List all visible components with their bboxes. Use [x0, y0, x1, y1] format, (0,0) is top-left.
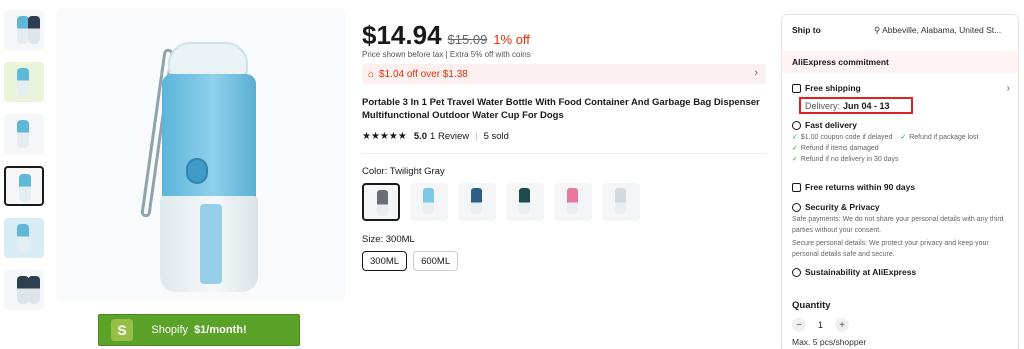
delivery-label: Delivery:	[805, 100, 841, 111]
ship-to-location[interactable]: Abbeville, Alabama, United St...	[874, 25, 1001, 36]
current-price: $14.94	[362, 20, 442, 50]
quantity-max: Max. 5 pcs/shopper	[792, 337, 867, 347]
delivery-date: Jun 04 - 13	[843, 100, 890, 111]
shield-icon	[792, 202, 801, 212]
chevron-right-icon: ›	[754, 67, 758, 79]
color-swatch[interactable]	[362, 183, 400, 221]
sustainability-label: Sustainability at AliExpress	[805, 267, 917, 277]
sustainability-block[interactable]: Sustainability at AliExpress	[792, 267, 1010, 277]
fast-item: ✓ Refund if items damaged	[792, 145, 879, 152]
free-returns-title: Free returns within 90 days	[792, 182, 1010, 192]
color-swatch[interactable]	[458, 183, 496, 221]
swatch-bottle-image	[519, 188, 530, 214]
increment-button[interactable]: +	[835, 318, 850, 332]
color-swatch[interactable]	[410, 183, 448, 221]
price-note: Price shown before tax | Extra 5% off wi…	[362, 50, 531, 59]
color-swatches	[362, 183, 640, 221]
free-shipping-title: Free shipping	[792, 83, 1010, 93]
thumbnail-list	[0, 10, 48, 322]
coupon-tag-icon: ⌂	[368, 68, 375, 80]
swatch-bottle-image	[423, 188, 434, 214]
thumbnail[interactable]	[4, 114, 44, 154]
coupon-banner[interactable]: ⌂ $1.04 off over $1.38 ›	[362, 64, 766, 84]
size-label: Size: 300ML	[362, 234, 415, 245]
fast-item: ✓ Refund if package lost	[900, 134, 979, 141]
free-returns-label: Free returns within 90 days	[805, 182, 916, 192]
quantity-value[interactable]: 1	[818, 320, 823, 330]
free-returns-block: Free returns within 90 days	[792, 182, 1010, 192]
discount-badge: 1% off	[493, 32, 530, 47]
quantity-stepper: − 1 +	[792, 318, 850, 332]
leaf-icon	[792, 267, 801, 277]
review-count[interactable]: 1 Review	[430, 131, 469, 142]
product-main-image[interactable]	[56, 8, 346, 300]
truck-icon	[792, 83, 801, 93]
check-icon: ✓	[900, 134, 907, 141]
bottle-bag-tube	[200, 204, 222, 284]
fast-item: ✓ Refund if no delivery in 30 days	[792, 156, 899, 163]
thumbnail[interactable]	[4, 10, 44, 50]
shopify-ad-prefix: Shopify	[151, 324, 189, 336]
product-title: Portable 3 In 1 Pet Travel Water Bottle …	[362, 97, 760, 121]
star-rating-icon: ★★★★★	[362, 131, 407, 142]
ship-to-label: Ship to	[792, 25, 821, 35]
security-title: Security & Privacy	[792, 202, 1010, 212]
size-option-600ml[interactable]: 600ML	[413, 251, 459, 271]
sold-count: 5 sold	[483, 131, 509, 142]
return-box-icon	[792, 182, 801, 192]
shopify-ad-banner[interactable]: S Shopify $1/month!	[98, 314, 300, 346]
swatch-bottle-image	[471, 188, 482, 214]
color-swatch[interactable]	[602, 183, 640, 221]
security-text-details: Secure personal details: We protect your…	[792, 240, 989, 258]
size-option-300ml[interactable]: 300ML	[362, 251, 408, 271]
color-label: Color: Twilight Gray	[362, 166, 445, 177]
bottle-lid	[168, 42, 248, 76]
check-icon: ✓	[792, 134, 798, 141]
commitment-header: AliExpress commitment	[782, 51, 1018, 73]
quantity-label: Quantity	[792, 300, 831, 311]
security-block: Security & Privacy Safe payments: We do …	[792, 202, 1010, 260]
thumbnail[interactable]	[4, 218, 44, 258]
ship-to-row[interactable]: Ship to Abbeville, Alabama, United St...	[782, 15, 1018, 45]
shopify-ad-price: $1/month!	[194, 324, 247, 336]
clock-icon	[792, 120, 801, 130]
price-row: $14.94 $15.09 1% off	[362, 20, 530, 51]
shopify-bag-icon: S	[111, 319, 133, 341]
sustainability-title: Sustainability at AliExpress	[792, 267, 1010, 277]
color-swatch[interactable]	[506, 183, 544, 221]
rating-value: 5.0	[413, 131, 428, 142]
delivery-estimate: Delivery: Jun 04 - 13	[799, 97, 913, 114]
decrement-button[interactable]: −	[792, 318, 806, 332]
rating-row: ★★★★★ 5.0 1 Review | 5 sold	[362, 131, 509, 142]
check-icon: ✓	[792, 156, 798, 163]
free-shipping-block[interactable]: Free shipping › Delivery: Jun 04 - 13	[792, 83, 1010, 117]
coupon-text: $1.04 off over $1.38	[379, 68, 468, 80]
thumbnail[interactable]	[4, 270, 44, 310]
size-options: 300ML 600ML	[362, 251, 459, 271]
swatch-bottle-image	[567, 188, 578, 214]
security-label: Security & Privacy	[805, 202, 880, 212]
check-icon: ✓	[792, 145, 798, 152]
thumbnail-selected[interactable]	[4, 166, 44, 206]
swatch-bottle-image	[615, 188, 626, 214]
shipping-panel: Ship to Abbeville, Alabama, United St...…	[781, 14, 1019, 349]
divider	[362, 153, 766, 154]
separator: |	[475, 131, 478, 142]
fast-item: ✓ $1.00 coupon code if delayed	[792, 134, 893, 141]
original-price: $15.09	[447, 32, 488, 47]
bottle-water-chamber	[162, 74, 256, 200]
bottle-button	[186, 158, 208, 184]
free-shipping-label: Free shipping	[805, 83, 861, 93]
thumbnail[interactable]	[4, 62, 44, 102]
swatch-bottle-image	[377, 190, 388, 216]
fast-delivery-block: Fast delivery ✓ $1.00 coupon code if dela…	[792, 120, 1010, 165]
chevron-right-icon[interactable]: ›	[1007, 83, 1010, 94]
security-text-payments: Safe payments: We do not share your pers…	[792, 216, 1004, 234]
fast-delivery-label: Fast delivery	[805, 120, 857, 130]
fast-delivery-title: Fast delivery	[792, 120, 1010, 130]
color-swatch[interactable]	[554, 183, 592, 221]
